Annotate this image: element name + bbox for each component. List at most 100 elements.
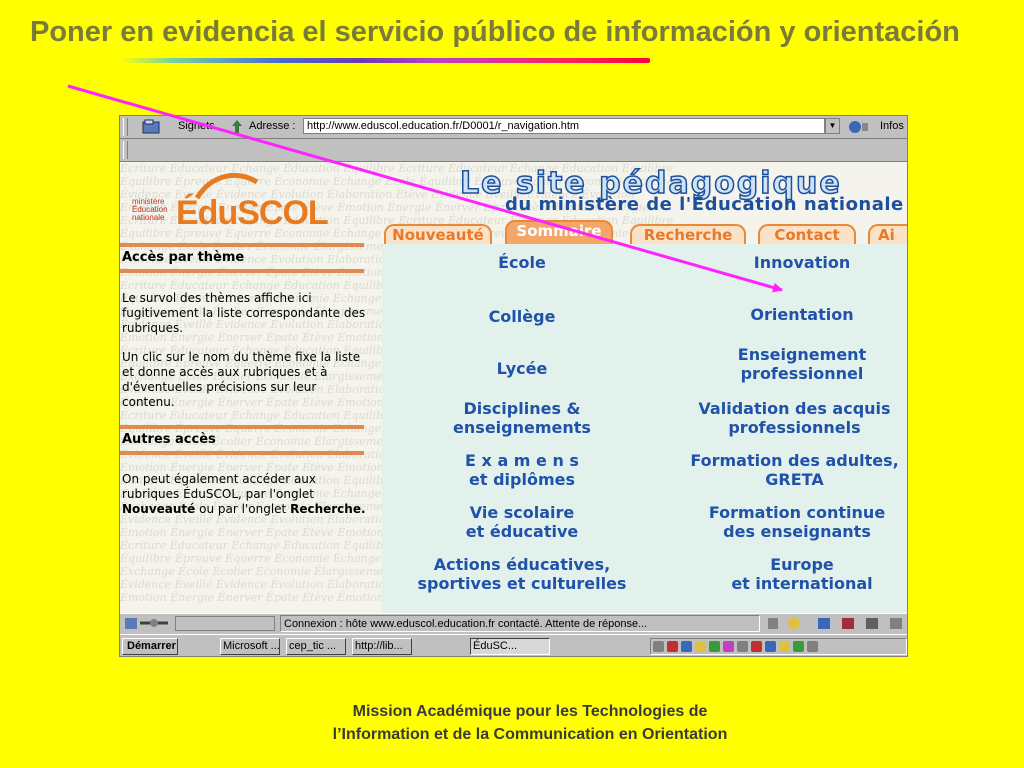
theme-link-line1: Vie scolaire xyxy=(469,503,575,522)
tray-icon-2[interactable] xyxy=(667,641,678,652)
theme-link-orientation[interactable]: Orientation xyxy=(722,305,882,324)
tray-icon-11[interactable] xyxy=(793,641,804,652)
sidebar-other-text-2: ou par l'onglet xyxy=(199,502,287,516)
tray-icon-5[interactable] xyxy=(709,641,720,652)
theme-link-examens[interactable]: E x a m e n s et diplômes xyxy=(432,451,612,489)
sidebar-link-nouveaute[interactable]: Nouveauté xyxy=(122,502,195,516)
tray-icon-9[interactable] xyxy=(765,641,776,652)
sidebar-other-text: On peut également accéder aux rubriques … xyxy=(122,472,316,501)
theme-link-line1: Formation continue xyxy=(708,503,886,522)
theme-link-ecole[interactable]: École xyxy=(472,253,572,272)
address-input[interactable]: http://www.eduscol.education.fr/D0001/r_… xyxy=(303,118,825,134)
theme-link-line1: E x a m e n s xyxy=(465,451,579,470)
start-button[interactable]: Démarrer xyxy=(122,638,178,655)
theme-link-line2: professionnel xyxy=(740,364,864,383)
theme-link-line1: Disciplines & xyxy=(463,399,581,418)
sidebar-para-click: Un clic sur le nom du thème fixe la list… xyxy=(122,350,361,409)
connection-icon xyxy=(125,618,168,629)
info-label[interactable]: Infos xyxy=(880,120,904,132)
theme-link-line1: Enseignement xyxy=(737,345,867,364)
progress-bar xyxy=(175,616,275,631)
sidebar: Accès par thème Le survol des thèmes aff… xyxy=(120,242,382,613)
tab-nouveaute[interactable]: Nouveauté xyxy=(384,224,492,246)
site-subtitle: du ministère de l'Éducation nationale xyxy=(505,194,904,215)
tray-icon-1[interactable] xyxy=(653,641,664,652)
theme-link-actions-educatives[interactable]: Actions éducatives, sportives et culture… xyxy=(402,555,642,593)
theme-link-enseignement-pro[interactable]: Enseignement professionnel xyxy=(702,345,902,383)
theme-link-disciplines[interactable]: Disciplines & enseignements xyxy=(432,399,612,437)
theme-link-lycee[interactable]: Lycée xyxy=(472,359,572,378)
address-label: Adresse : xyxy=(249,120,296,132)
theme-link-college[interactable]: Collège xyxy=(472,307,572,326)
tray-icon-6[interactable] xyxy=(723,641,734,652)
theme-link-line2: sportives et culturelles xyxy=(417,574,627,593)
theme-link-innovation[interactable]: Innovation xyxy=(722,253,882,272)
theme-link-line2: et éducative xyxy=(465,522,579,541)
web-page: Écriture Éducateur Échange Éducation Équ… xyxy=(120,162,907,613)
theme-link-vie-scolaire[interactable]: Vie scolaire et éducative xyxy=(432,503,612,541)
status-message: Connexion : hôte www.eduscol.education.f… xyxy=(280,615,760,632)
slide-title: Poner en evidencia el servicio público d… xyxy=(30,16,960,48)
theme-link-formation-continue[interactable]: Formation continue des enseignants xyxy=(692,503,902,541)
info-icon[interactable] xyxy=(848,119,870,134)
location-icon xyxy=(232,120,242,133)
sidebar-rule-1 xyxy=(120,269,364,273)
browser-status-bar: Connexion : hôte www.eduscol.education.f… xyxy=(120,613,907,634)
sidebar-rule-3 xyxy=(120,451,364,455)
theme-link-line1: Formation des adultes, xyxy=(690,451,899,470)
tray-icon-10[interactable] xyxy=(779,641,790,652)
bookmarks-label[interactable]: Signets xyxy=(178,120,215,132)
tab-contact[interactable]: Contact xyxy=(758,224,856,246)
theme-link-line2: et international xyxy=(731,574,873,593)
tab-aide[interactable]: Ai xyxy=(868,224,907,246)
theme-link-line2: des enseignants xyxy=(723,522,871,541)
theme-link-line1: Lycée xyxy=(496,359,548,378)
site-tabs: Nouveauté Sommaire Recherche Contact Ai xyxy=(380,220,907,246)
theme-link-formation-adultes[interactable]: Formation des adultes, GRETA xyxy=(682,451,907,489)
theme-link-line1: Collège xyxy=(488,307,556,326)
taskbar-button-1[interactable]: Microsoft ... xyxy=(220,638,280,655)
sidebar-heading-themes: Accès par thème xyxy=(122,250,245,265)
toolbar-grip[interactable] xyxy=(123,118,128,136)
location-toolbar: Signets Adresse : http://www.eduscol.edu… xyxy=(120,116,907,139)
sidebar-link-recherche[interactable]: Recherche. xyxy=(290,502,365,516)
tray-icon-4[interactable] xyxy=(695,641,706,652)
theme-link-line1: Validation des acquis xyxy=(698,399,891,418)
theme-link-validation-acquis[interactable]: Validation des acquis professionnels xyxy=(682,399,907,437)
address-dropdown-button[interactable]: ▼ xyxy=(825,118,840,134)
theme-link-line1: Actions éducatives, xyxy=(433,555,611,574)
tab-sommaire[interactable]: Sommaire xyxy=(505,220,613,246)
theme-link-line1: École xyxy=(498,253,546,272)
title-underline xyxy=(120,58,650,63)
browser-screenshot: Signets Adresse : http://www.eduscol.edu… xyxy=(119,115,908,657)
theme-link-line2: GRETA xyxy=(765,470,824,489)
theme-link-line2: enseignements xyxy=(453,418,591,437)
slide-footer: Mission Académique pour les Technologies… xyxy=(332,703,728,743)
bookmarks-icon[interactable] xyxy=(142,119,160,134)
taskbar-button-2[interactable]: cep_tic ... xyxy=(286,638,346,655)
taskbar-button-3[interactable]: http://lib... xyxy=(352,638,412,655)
logo-wordmark: ÉduSCOL xyxy=(176,194,329,232)
theme-link-line2: professionnels xyxy=(728,418,861,437)
taskbar-button-eduscol[interactable]: ÉduSC... xyxy=(470,638,550,655)
eduscol-logo[interactable]: ministère Éducation nationale ÉduSCOL xyxy=(132,172,332,237)
sidebar-para-other: On peut également accéder aux rubriques … xyxy=(122,472,372,517)
theme-link-line1: Innovation xyxy=(753,253,851,272)
theme-link-europe[interactable]: Europe et international xyxy=(712,555,892,593)
theme-link-line1: Orientation xyxy=(750,305,854,324)
logo-ministry-text: ministère Éducation nationale xyxy=(132,197,168,222)
sidebar-rule-top xyxy=(120,243,364,247)
personal-toolbar xyxy=(120,139,907,162)
tray-icon-3[interactable] xyxy=(681,641,692,652)
theme-link-line2: et diplômes xyxy=(469,470,575,489)
tray-icon-8[interactable] xyxy=(751,641,762,652)
system-tray xyxy=(650,638,907,655)
theme-link-line1: Europe xyxy=(770,555,834,574)
status-tray-icon xyxy=(768,617,902,629)
tray-icon-12[interactable] xyxy=(807,641,818,652)
tray-icon-7[interactable] xyxy=(737,641,748,652)
sidebar-para-hover: Le survol des thèmes affiche ici fugitiv… xyxy=(122,291,366,335)
tab-recherche[interactable]: Recherche xyxy=(630,224,746,246)
sidebar-heading-other: Autres accès xyxy=(122,432,216,447)
toolbar-grip-2[interactable] xyxy=(123,141,128,159)
